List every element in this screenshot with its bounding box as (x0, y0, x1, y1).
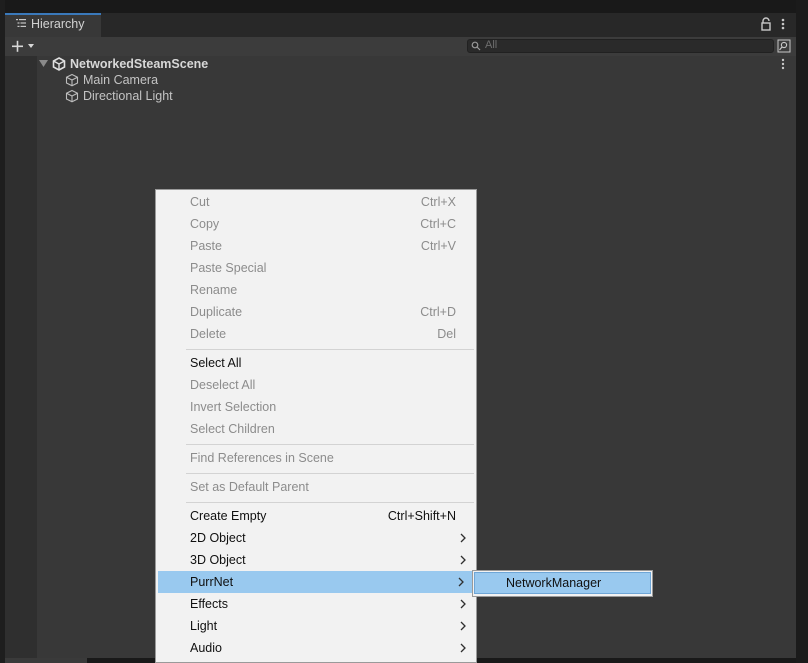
tab-title: Hierarchy (31, 17, 85, 31)
menu-item-label: Paste Special (190, 261, 267, 275)
menu-item-label: Duplicate (190, 305, 243, 319)
menu-item-label: Delete (190, 327, 227, 341)
menu-item-label: Audio (190, 641, 222, 655)
menu-item-effects[interactable]: Effects (156, 593, 476, 615)
menu-item-find-references[interactable]: Find References in Scene (156, 447, 476, 469)
gameobject-cube-icon (65, 73, 79, 87)
menu-item-shortcut: Ctrl+X (420, 195, 456, 209)
search-placeholder: All (485, 39, 498, 51)
lock-icon[interactable] (760, 17, 772, 31)
menu-item-shortcut: Ctrl+Shift+N (387, 509, 456, 523)
menu-item-label: PurrNet (190, 575, 234, 589)
chevron-right-icon (460, 599, 466, 609)
menu-item-rename[interactable]: Rename (156, 279, 476, 301)
scene-picker-icon[interactable] (777, 39, 791, 53)
menu-item-audio[interactable]: Audio (156, 637, 476, 659)
menu-item-3d-object[interactable]: 3D Object (156, 549, 476, 571)
menu-item-delete[interactable]: Delete Del (156, 323, 476, 345)
expand-arrow-icon[interactable] (39, 60, 48, 68)
menu-item-label: Cut (190, 195, 210, 209)
menu-item-label: Copy (190, 217, 220, 231)
unity-scene-icon (52, 57, 66, 71)
menu-item-purrnet[interactable]: PurrNet (158, 571, 474, 593)
menu-item-duplicate[interactable]: Duplicate Ctrl+D (156, 301, 476, 323)
menu-item-paste[interactable]: Paste Ctrl+V (156, 235, 476, 257)
tree-gutter (5, 56, 37, 658)
gameobject-cube-icon (65, 89, 79, 103)
menu-item-label: Rename (190, 283, 238, 297)
menu-item-cut[interactable]: Cut Ctrl+X (156, 191, 476, 213)
menu-item-select-children[interactable]: Select Children (156, 418, 476, 440)
menu-item-shortcut: Ctrl+D (420, 305, 456, 319)
tree-item-directional-light[interactable]: Directional Light (83, 88, 173, 104)
tree-item-main-camera[interactable]: Main Camera (83, 72, 158, 88)
chevron-right-icon (460, 643, 466, 653)
menu-item-paste-special[interactable]: Paste Special (156, 257, 476, 279)
kebab-menu-icon[interactable] (780, 17, 786, 31)
menu-item-create-empty[interactable]: Create Empty Ctrl+Shift+N (156, 505, 476, 527)
scene-menu-icon[interactable] (780, 58, 786, 70)
menu-separator (186, 473, 474, 474)
menu-item-light[interactable]: Light (156, 615, 476, 637)
chevron-right-icon (460, 555, 466, 565)
list-icon (16, 19, 26, 27)
menu-item-label: Select All (190, 356, 242, 370)
scene-name[interactable]: NetworkedSteamScene (70, 56, 208, 72)
menu-item-label: Paste (190, 239, 222, 253)
menu-item-label: 2D Object (190, 531, 246, 545)
menu-separator (186, 502, 474, 503)
menu-item-invert-selection[interactable]: Invert Selection (156, 396, 476, 418)
menu-item-shortcut: Del (437, 327, 456, 341)
menu-item-shortcut: Ctrl+C (420, 217, 456, 231)
menu-item-copy[interactable]: Copy Ctrl+C (156, 213, 476, 235)
menu-item-select-all[interactable]: Select All (156, 352, 476, 374)
submenu-item-label: NetworkManager (506, 576, 602, 590)
menu-item-label: Invert Selection (190, 400, 277, 414)
menu-item-shortcut: Ctrl+V (420, 239, 456, 253)
menu-item-label: Effects (190, 597, 228, 611)
search-icon (471, 41, 481, 51)
bottom-scroll-handle[interactable] (5, 658, 87, 663)
menu-item-label: Create Empty (190, 509, 267, 523)
add-dropdown-button[interactable] (10, 38, 38, 55)
menu-separator (186, 349, 474, 350)
menu-item-label: Light (190, 619, 218, 633)
right-edge (796, 0, 808, 663)
menu-item-label: Select Children (190, 422, 275, 436)
chevron-right-icon (460, 621, 466, 631)
menu-item-label: Find References in Scene (190, 451, 334, 465)
search-input[interactable] (467, 39, 774, 53)
menu-item-set-default-parent[interactable]: Set as Default Parent (156, 476, 476, 498)
chevron-right-icon (458, 577, 464, 587)
chevron-right-icon (460, 533, 466, 543)
menu-item-label: 3D Object (190, 553, 246, 567)
menu-item-deselect-all[interactable]: Deselect All (156, 374, 476, 396)
menu-item-label: Deselect All (190, 378, 256, 392)
menu-separator (186, 444, 474, 445)
menu-item-label: Set as Default Parent (190, 480, 309, 494)
menu-item-2d-object[interactable]: 2D Object (156, 527, 476, 549)
